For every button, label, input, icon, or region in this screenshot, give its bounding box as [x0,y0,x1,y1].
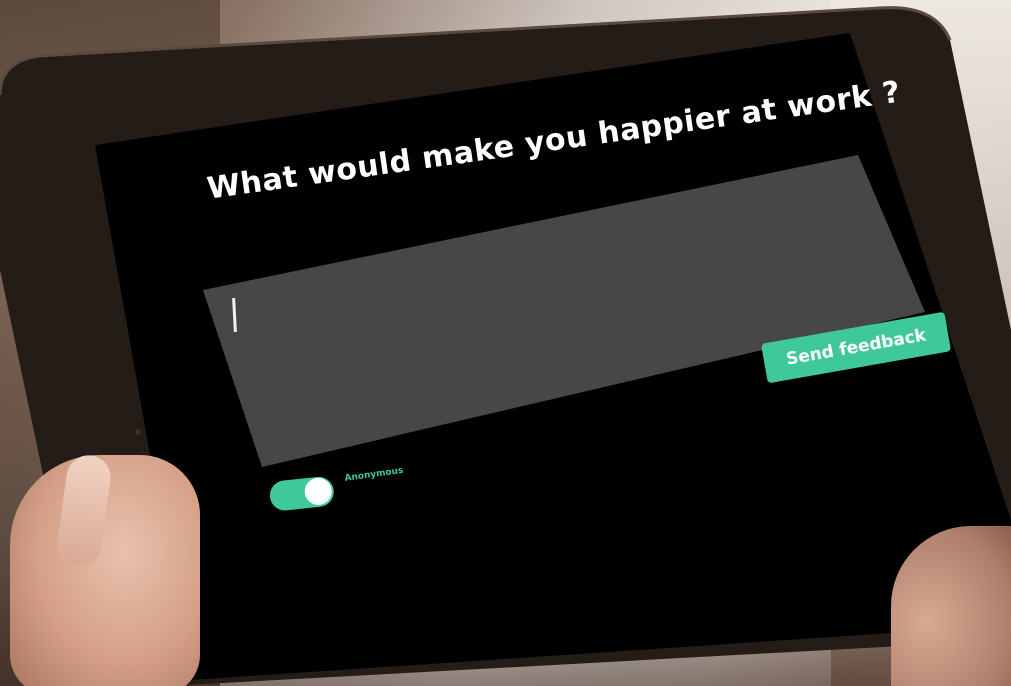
toggle-knob [303,476,334,507]
camera-dot [135,429,141,435]
photo-scene: What would make you happier at work ? Se… [0,0,1011,686]
